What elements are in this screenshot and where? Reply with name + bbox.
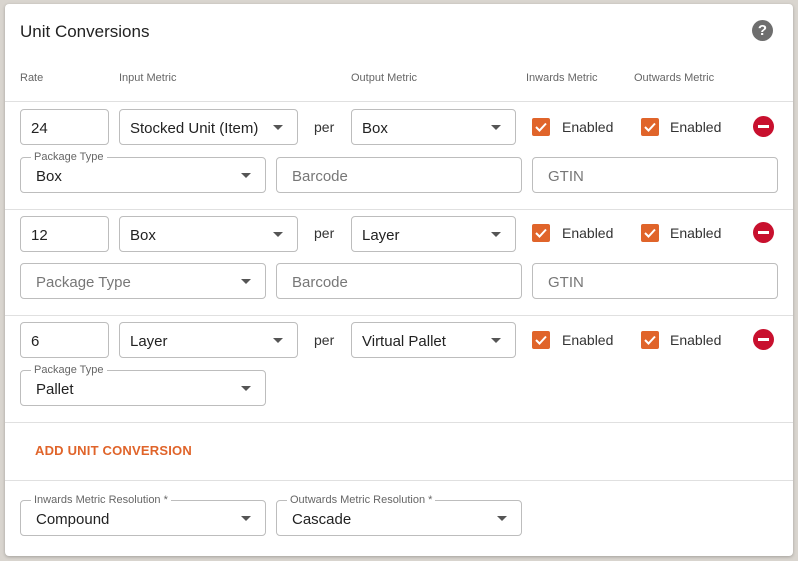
check-icon xyxy=(535,335,547,345)
package-type-select[interactable]: Package Type Pallet xyxy=(20,364,266,406)
input-metric-select[interactable]: Layer xyxy=(119,322,298,358)
rate-input[interactable]: 24 xyxy=(20,109,109,145)
chevron-down-icon xyxy=(491,125,501,130)
page-title: Unit Conversions xyxy=(20,22,150,41)
inwards-enabled-label: Enabled xyxy=(562,225,614,241)
input-metric-select[interactable]: Box xyxy=(119,216,298,252)
check-icon xyxy=(644,228,656,238)
outwards-enabled-label: Enabled xyxy=(670,332,722,348)
column-header-outwards-metric: Outwards Metric xyxy=(634,72,715,84)
remove-circle-icon[interactable] xyxy=(753,329,774,350)
barcode-input[interactable]: Barcode xyxy=(276,157,522,193)
outwards-enabled-label: Enabled xyxy=(670,119,722,135)
per-label: per xyxy=(314,119,335,135)
add-unit-conversion-button[interactable]: ADD UNIT CONVERSION xyxy=(35,443,192,458)
chevron-down-icon xyxy=(491,338,501,343)
rate-input[interactable]: 6 xyxy=(20,322,109,358)
rate-input[interactable]: 12 xyxy=(20,216,109,252)
chevron-down-icon xyxy=(241,386,251,391)
per-label: per xyxy=(314,225,335,241)
divider xyxy=(5,209,793,210)
inwards-enabled-checkbox[interactable] xyxy=(532,118,550,136)
chevron-down-icon xyxy=(241,173,251,178)
input-metric-select[interactable]: Stocked Unit (Item) xyxy=(119,109,298,145)
check-icon xyxy=(535,122,547,132)
chevron-down-icon xyxy=(273,338,283,343)
outwards-enabled-checkbox[interactable] xyxy=(641,224,659,242)
column-header-inwards-metric: Inwards Metric xyxy=(526,72,598,84)
divider xyxy=(5,315,793,316)
chevron-down-icon xyxy=(273,232,283,237)
inwards-enabled-label: Enabled xyxy=(562,119,614,135)
unit-conversions-card: Unit Conversions ? Rate Input Metric Out… xyxy=(5,4,793,556)
divider xyxy=(5,422,793,423)
inwards-metric-resolution-select[interactable]: Inwards Metric Resolution * Compound xyxy=(20,494,266,536)
check-icon xyxy=(644,335,656,345)
outwards-enabled-checkbox[interactable] xyxy=(641,331,659,349)
package-type-select[interactable]: Package Type xyxy=(20,263,266,299)
gtin-input[interactable]: GTIN xyxy=(532,157,778,193)
barcode-input[interactable]: Barcode xyxy=(276,263,522,299)
inwards-enabled-checkbox[interactable] xyxy=(532,224,550,242)
chevron-down-icon xyxy=(273,125,283,130)
chevron-down-icon xyxy=(241,279,251,284)
divider xyxy=(5,480,793,481)
help-circle-icon[interactable]: ? xyxy=(752,20,773,41)
inwards-enabled-checkbox[interactable] xyxy=(532,331,550,349)
column-header-rate: Rate xyxy=(20,72,44,84)
outwards-enabled-label: Enabled xyxy=(670,225,722,241)
remove-circle-icon[interactable] xyxy=(753,222,774,243)
divider xyxy=(5,101,793,102)
remove-circle-icon[interactable] xyxy=(753,116,774,137)
column-header-input-metric: Input Metric xyxy=(119,72,177,84)
outwards-enabled-checkbox[interactable] xyxy=(641,118,659,136)
column-header-output-metric: Output Metric xyxy=(351,72,418,84)
per-label: per xyxy=(314,332,335,348)
gtin-input[interactable]: GTIN xyxy=(532,263,778,299)
output-metric-select[interactable]: Virtual Pallet xyxy=(351,322,516,358)
output-metric-select[interactable]: Box xyxy=(351,109,516,145)
chevron-down-icon xyxy=(491,232,501,237)
chevron-down-icon xyxy=(241,516,251,521)
outwards-metric-resolution-select[interactable]: Outwards Metric Resolution * Cascade xyxy=(276,494,522,536)
inwards-enabled-label: Enabled xyxy=(562,332,614,348)
chevron-down-icon xyxy=(497,516,507,521)
check-icon xyxy=(644,122,656,132)
output-metric-select[interactable]: Layer xyxy=(351,216,516,252)
package-type-select[interactable]: Package Type Box xyxy=(20,151,266,193)
check-icon xyxy=(535,228,547,238)
